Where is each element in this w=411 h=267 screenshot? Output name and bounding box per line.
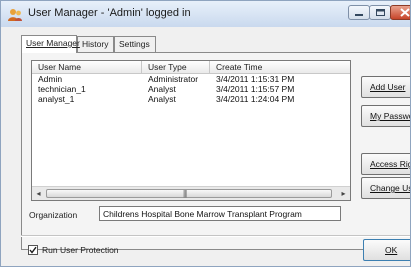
user-manager-window: User Manager - 'Admin' logged in User Ma… [0, 0, 411, 267]
maximize-icon [376, 9, 385, 16]
user-type-cell: Analyst [148, 94, 176, 104]
table-row[interactable]: analyst_1 Analyst 3/4/2011 1:24:04 PM [32, 94, 350, 104]
user-manager-icon [7, 8, 23, 22]
ok-button[interactable]: OK [363, 239, 410, 261]
organization-label: Organization [29, 210, 78, 220]
table-row[interactable]: technician_1 Analyst 3/4/2011 1:15:57 PM [32, 84, 350, 94]
user-list-header: User Name User Type Create Time [32, 61, 350, 74]
tab-history[interactable]: History [77, 36, 114, 52]
user-list[interactable]: User Name User Type Create Time Admin Ad… [31, 60, 351, 201]
user-type-cell: Analyst [148, 84, 176, 94]
add-user-button[interactable]: Add User [361, 76, 410, 98]
window-title: User Manager - 'Admin' logged in [28, 7, 191, 19]
run-user-protection-checkbox[interactable] [28, 245, 38, 255]
arrow-right-icon[interactable]: ▸ [339, 189, 348, 198]
change-user-label: Change User [370, 183, 410, 193]
access-rights-label: Access Rights [370, 159, 410, 169]
minimize-icon [355, 14, 363, 16]
change-user-button[interactable]: Change User [361, 177, 410, 199]
create-time-cell: 3/4/2011 1:15:31 PM [216, 74, 295, 84]
ok-label: OK [385, 245, 398, 255]
tab-settings[interactable]: Settings [114, 36, 156, 52]
close-button[interactable] [390, 5, 410, 20]
tab-settings-label: Settings [119, 39, 150, 49]
tab-user-manager-label: User Manager [26, 38, 80, 48]
tab-user-manager[interactable]: User Manager [21, 35, 80, 53]
user-type-cell: Administrator [148, 74, 199, 84]
checkmark-icon [29, 246, 37, 254]
add-user-label: Add User [370, 82, 406, 92]
table-row[interactable]: Admin Administrator 3/4/2011 1:15:31 PM [32, 74, 350, 84]
user-name-cell: technician_1 [38, 84, 86, 94]
create-time-cell: 3/4/2011 1:24:04 PM [216, 94, 295, 104]
separator [21, 235, 410, 237]
close-icon [400, 8, 410, 17]
column-user-type[interactable]: User Type [142, 61, 210, 73]
grip-icon: ||| [183, 189, 187, 198]
run-user-protection-label: Run User Protection [42, 245, 119, 255]
organization-field[interactable]: Childrens Hospital Bone Marrow Transplan… [99, 206, 341, 221]
column-create-time[interactable]: Create Time [210, 61, 350, 73]
my-password-button[interactable]: My Password [361, 105, 410, 127]
user-name-cell: analyst_1 [38, 94, 75, 104]
create-time-cell: 3/4/2011 1:15:57 PM [216, 84, 295, 94]
scrollbar-thumb[interactable]: ||| [46, 189, 332, 198]
horizontal-scrollbar[interactable]: ◂ ||| ▸ [32, 186, 350, 200]
column-user-name[interactable]: User Name [32, 61, 142, 73]
my-password-label: My Password [370, 111, 410, 121]
access-rights-button[interactable]: Access Rights [361, 153, 410, 175]
minimize-button[interactable] [348, 5, 370, 20]
user-name-cell: Admin [38, 74, 63, 84]
arrow-left-icon[interactable]: ◂ [34, 189, 43, 198]
title-bar[interactable]: User Manager - 'Admin' logged in [1, 1, 410, 27]
tab-history-label: History [82, 39, 109, 49]
maximize-button[interactable] [369, 5, 391, 20]
